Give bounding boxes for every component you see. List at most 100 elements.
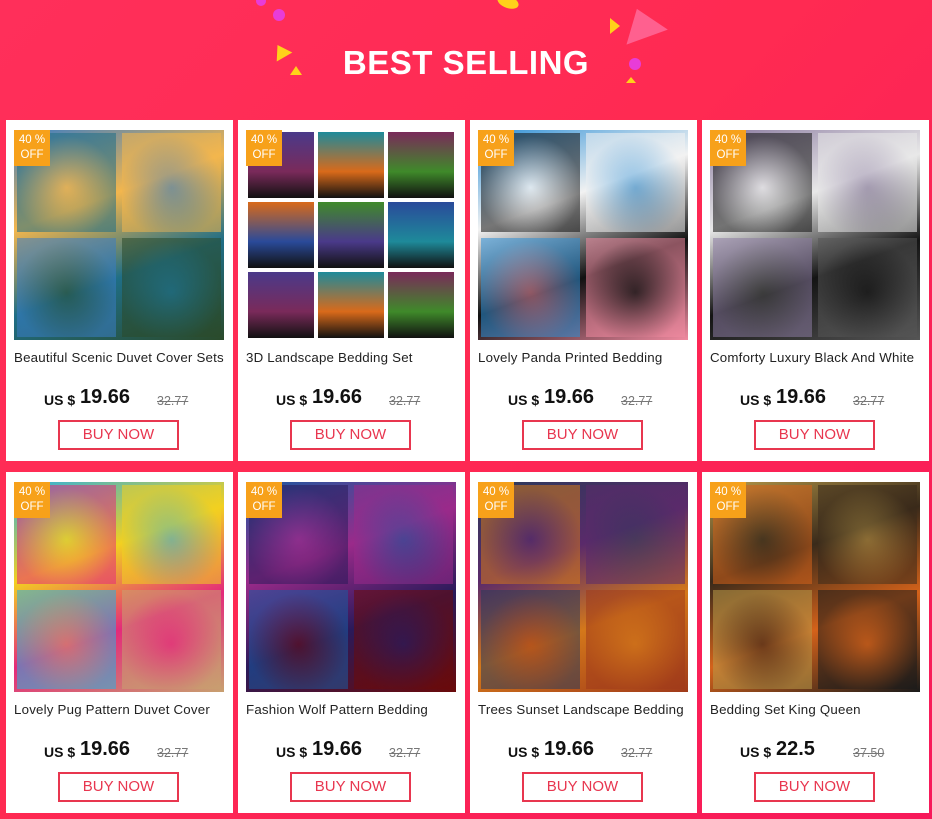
buy-now-button[interactable]: BUY NOW bbox=[58, 420, 179, 450]
product-card[interactable]: 40 % OFF Bedding Set King Queen US $ 22.… bbox=[702, 472, 929, 813]
discount-percent: 40 % bbox=[18, 134, 46, 146]
discount-badge: 40 % OFF bbox=[14, 130, 50, 166]
currency-label: US $ bbox=[44, 392, 76, 408]
product-card[interactable]: 40 % OFF Comforty Luxury Black And White… bbox=[702, 120, 929, 461]
thumbnail-image bbox=[122, 590, 221, 689]
confetti-dot bbox=[256, 0, 266, 6]
original-price: 32.77 bbox=[157, 746, 189, 760]
product-name[interactable]: Comforty Luxury Black And White bbox=[710, 350, 924, 365]
thumbnail-image bbox=[713, 238, 812, 337]
original-price: 32.77 bbox=[621, 746, 653, 760]
price-row: US $ 19.66 32.77 bbox=[238, 738, 465, 764]
discount-off-label: OFF bbox=[716, 501, 740, 513]
discount-badge: 40 % OFF bbox=[710, 130, 746, 166]
price-row: US $ 19.66 32.77 bbox=[470, 386, 697, 412]
price-row: US $ 22.5 37.50 bbox=[702, 738, 929, 764]
sale-price: 19.66 bbox=[312, 386, 363, 408]
sale-price: 19.66 bbox=[312, 738, 363, 760]
sale-price: 19.66 bbox=[776, 386, 827, 408]
discount-badge: 40 % OFF bbox=[246, 130, 282, 166]
discount-off-label: OFF bbox=[716, 149, 740, 161]
original-price: 37.50 bbox=[853, 746, 885, 760]
sale-price: 19.66 bbox=[80, 386, 131, 408]
product-name[interactable]: 3D Landscape Bedding Set bbox=[246, 350, 460, 365]
product-name[interactable]: Beautiful Scenic Duvet Cover Sets bbox=[14, 350, 228, 365]
thumbnail-image bbox=[586, 485, 685, 584]
product-name[interactable]: Trees Sunset Landscape Bedding bbox=[478, 702, 692, 717]
product-grid: 40 % OFF Beautiful Scenic Duvet Cover Se… bbox=[6, 120, 929, 813]
original-price: 32.77 bbox=[621, 394, 653, 408]
discount-percent: 40 % bbox=[482, 486, 510, 498]
thumbnail-image bbox=[818, 238, 917, 337]
product-card[interactable]: 40 % OFF Beautiful Scenic Duvet Cover Se… bbox=[6, 120, 233, 461]
original-price: 32.77 bbox=[157, 394, 189, 408]
discount-percent: 40 % bbox=[250, 134, 278, 146]
discount-percent: 40 % bbox=[18, 486, 46, 498]
thumbnail-image bbox=[122, 485, 221, 584]
thumbnail-image bbox=[354, 485, 453, 584]
buy-now-button[interactable]: BUY NOW bbox=[58, 772, 179, 802]
discount-off-label: OFF bbox=[484, 501, 508, 513]
thumbnail-image bbox=[713, 590, 812, 689]
thumbnail-image bbox=[17, 590, 116, 689]
discount-percent: 40 % bbox=[714, 134, 742, 146]
thumbnail-image bbox=[388, 272, 454, 338]
discount-off-label: OFF bbox=[484, 149, 508, 161]
product-name[interactable]: Lovely Panda Printed Bedding bbox=[478, 350, 692, 365]
discount-off-label: OFF bbox=[252, 501, 276, 513]
thumbnail-image bbox=[818, 133, 917, 232]
confetti-dot bbox=[273, 9, 285, 21]
discount-off-label: OFF bbox=[252, 149, 276, 161]
currency-label: US $ bbox=[508, 744, 540, 760]
buy-now-button[interactable]: BUY NOW bbox=[754, 772, 875, 802]
buy-now-button[interactable]: BUY NOW bbox=[522, 772, 643, 802]
currency-label: US $ bbox=[508, 392, 540, 408]
price-row: US $ 19.66 32.77 bbox=[702, 386, 929, 412]
sale-price: 19.66 bbox=[544, 386, 595, 408]
discount-badge: 40 % OFF bbox=[478, 130, 514, 166]
thumbnail-image bbox=[388, 132, 454, 198]
thumbnail-image bbox=[318, 272, 384, 338]
product-card[interactable]: 40 % OFF 3D Landscape Bedding Set US $ 1… bbox=[238, 120, 465, 461]
thumbnail-image bbox=[586, 133, 685, 232]
product-card[interactable]: 40 % OFF Trees Sunset Landscape Bedding … bbox=[470, 472, 697, 813]
thumbnail-image bbox=[586, 590, 685, 689]
thumbnail-image bbox=[249, 590, 348, 689]
product-card[interactable]: 40 % OFF Lovely Pug Pattern Duvet Cover … bbox=[6, 472, 233, 813]
thumbnail-image bbox=[818, 485, 917, 584]
currency-label: US $ bbox=[276, 744, 308, 760]
price-row: US $ 19.66 32.77 bbox=[6, 386, 233, 412]
original-price: 32.77 bbox=[853, 394, 885, 408]
discount-badge: 40 % OFF bbox=[14, 482, 50, 518]
price-row: US $ 19.66 32.77 bbox=[238, 386, 465, 412]
thumbnail-image bbox=[17, 238, 116, 337]
discount-badge: 40 % OFF bbox=[246, 482, 282, 518]
currency-label: US $ bbox=[740, 392, 772, 408]
buy-now-button[interactable]: BUY NOW bbox=[290, 420, 411, 450]
currency-label: US $ bbox=[44, 744, 76, 760]
confetti-triangle bbox=[616, 1, 668, 45]
product-name[interactable]: Lovely Pug Pattern Duvet Cover bbox=[14, 702, 228, 717]
sale-price: 19.66 bbox=[544, 738, 595, 760]
confetti-ribbon bbox=[495, 0, 521, 12]
buy-now-button[interactable]: BUY NOW bbox=[754, 420, 875, 450]
product-name[interactable]: Bedding Set King Queen bbox=[710, 702, 924, 717]
discount-off-label: OFF bbox=[20, 501, 44, 513]
product-card[interactable]: 40 % OFF Fashion Wolf Pattern Bedding US… bbox=[238, 472, 465, 813]
original-price: 32.77 bbox=[389, 394, 421, 408]
buy-now-button[interactable]: BUY NOW bbox=[522, 420, 643, 450]
discount-badge: 40 % OFF bbox=[710, 482, 746, 518]
thumbnail-image bbox=[388, 202, 454, 268]
buy-now-button[interactable]: BUY NOW bbox=[290, 772, 411, 802]
thumbnail-image bbox=[248, 272, 314, 338]
discount-percent: 40 % bbox=[482, 134, 510, 146]
sale-price: 19.66 bbox=[80, 738, 131, 760]
thumbnail-image bbox=[818, 590, 917, 689]
thumbnail-image bbox=[481, 238, 580, 337]
product-name[interactable]: Fashion Wolf Pattern Bedding bbox=[246, 702, 460, 717]
thumbnail-image bbox=[481, 590, 580, 689]
product-card[interactable]: 40 % OFF Lovely Panda Printed Bedding US… bbox=[470, 120, 697, 461]
thumbnail-image bbox=[586, 238, 685, 337]
thumbnail-image bbox=[122, 133, 221, 232]
currency-label: US $ bbox=[740, 744, 772, 760]
